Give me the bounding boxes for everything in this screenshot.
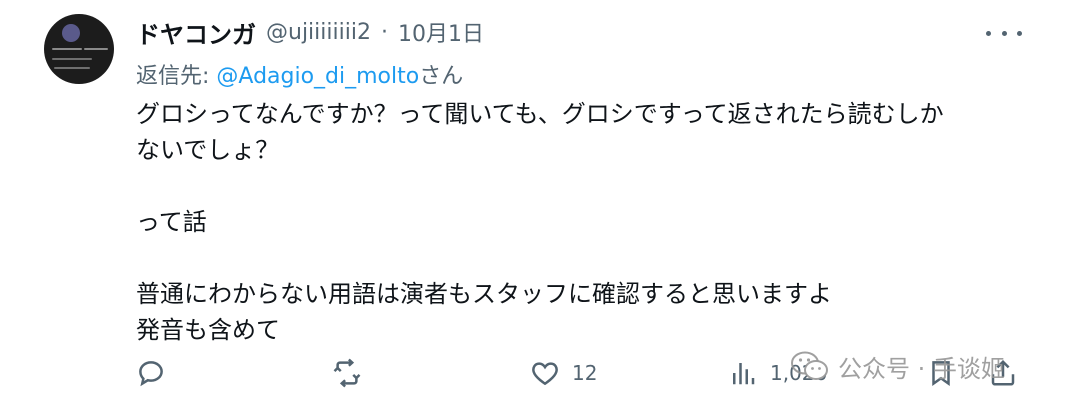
reply-button[interactable] <box>136 358 166 388</box>
tweet-text-line: グロシってなんですか？って聞いても、グロシですって返されたら読むしか <box>136 100 944 128</box>
tweet-header: ドヤコンガ @ujiiiiiiii2 · 10月1日 <box>136 12 484 52</box>
reply-to-mention[interactable]: @Adagio_di_molto <box>216 64 419 89</box>
retweet-icon <box>333 358 361 388</box>
avatar[interactable] <box>44 14 114 84</box>
more-horizontal-icon <box>986 30 991 36</box>
tweet-date[interactable]: 10月1日 <box>398 16 484 48</box>
author-handle[interactable]: @ujiiiiiiii2 <box>266 20 371 45</box>
wechat-icon <box>791 351 828 380</box>
author-name[interactable]: ドヤコンガ <box>136 15 256 50</box>
tweet-text-line: って話 <box>136 208 207 236</box>
avatar-icon-mark <box>62 24 80 42</box>
tweet-text-line: 発音も含めて <box>136 316 280 344</box>
watermark: 公众号 · 手谈姬 <box>790 346 1005 386</box>
reply-to-suffix: さん <box>419 64 464 89</box>
tweet-text-line: ないでしょ？ <box>136 136 280 164</box>
reply-to-prefix: 返信先: <box>136 64 217 89</box>
like-button[interactable]: 12 <box>530 358 597 388</box>
tweet: ドヤコンガ @ujiiiiiiii2 · 10月1日 返信先: @Adagio_… <box>0 0 1080 408</box>
views-icon <box>733 363 755 385</box>
heart-icon <box>532 362 558 386</box>
like-count: 12 <box>572 361 598 385</box>
retweet-button[interactable] <box>332 358 362 388</box>
tweet-body: グロシってなんですか？って聞いても、グロシですって返されたら読むしか ないでしょ… <box>136 96 1036 348</box>
more-options-button[interactable] <box>986 18 1022 48</box>
tweet-text-line: 普通にわからない用語は演者もスタッフに確認すると思いますよ <box>136 280 832 308</box>
reply-icon <box>139 361 163 387</box>
reply-to-line: 返信先: @Adagio_di_moltoさん <box>136 58 463 90</box>
header-separator: · <box>380 19 388 45</box>
watermark-text: 公众号 · 手谈姬 <box>838 354 1005 383</box>
